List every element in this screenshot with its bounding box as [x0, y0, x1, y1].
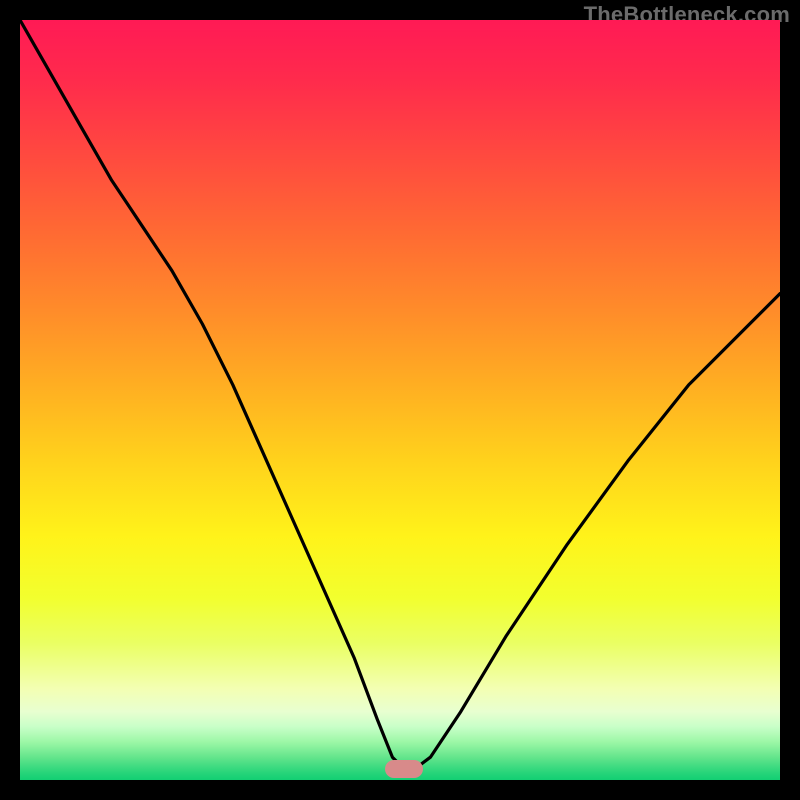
bottleneck-curve [20, 20, 780, 780]
chart-frame: TheBottleneck.com [0, 0, 800, 800]
optimal-marker [385, 760, 423, 778]
plot-area [20, 20, 780, 780]
